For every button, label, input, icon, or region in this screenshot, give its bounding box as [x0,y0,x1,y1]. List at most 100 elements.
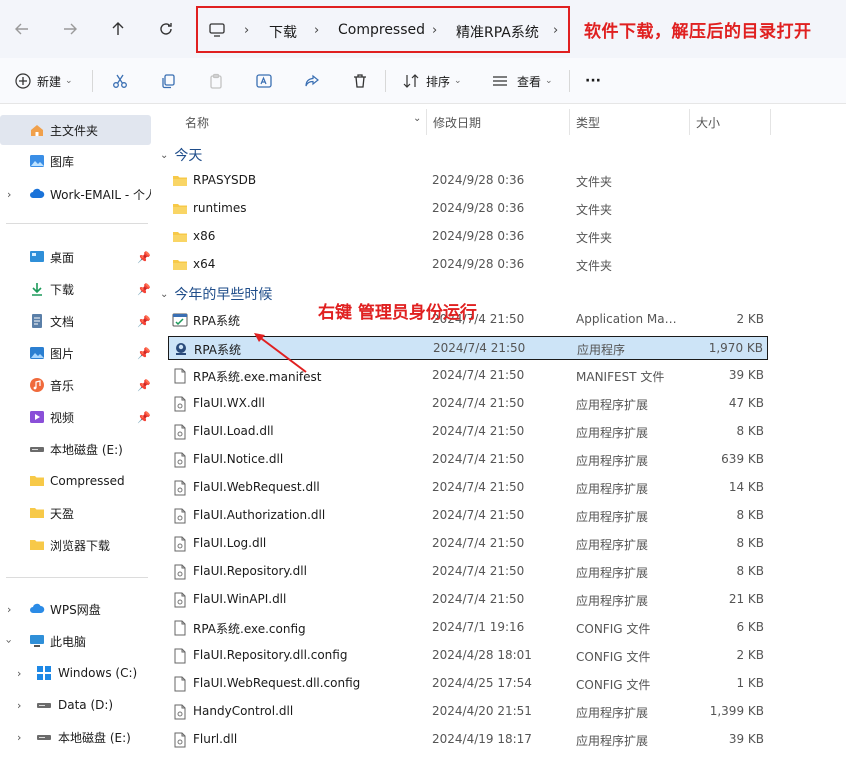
sidebar-item-videos[interactable]: 视频 📌 [0,402,151,432]
file-type: 应用程序扩展 [576,426,649,440]
file-row[interactable]: FlaUI.WebRequest.dll 2024/7/4 21:50 应用程序扩展… [168,476,768,500]
file-type: CONFIG 文件 [576,678,651,692]
sidebar-item-drive-c[interactable]: › Windows (C:) [0,658,151,688]
column-name[interactable]: 名称 [185,114,209,131]
rename-button[interactable] [255,70,273,92]
column-divider[interactable] [689,109,690,135]
pin-icon[interactable]: 📌 [137,251,151,264]
sidebar-item-browser-downloads[interactable]: 浏览器下载 [0,530,151,560]
refresh-button[interactable] [153,16,179,42]
file-row[interactable]: FlaUI.WX.dll 2024/7/4 21:50 应用程序扩展 47 KB [168,392,768,416]
sidebar-item-drive-d[interactable]: › Data (D:) [0,690,151,720]
pin-icon[interactable]: 📌 [137,283,151,296]
pin-icon[interactable]: 📌 [137,315,151,328]
file-row[interactable]: FlaUI.Load.dll 2024/7/4 21:50 应用程序扩展 8 KB [168,420,768,444]
sidebar-item-pictures[interactable]: 图片 📌 [0,338,151,368]
back-button[interactable] [9,16,35,42]
sidebar-item-label: Compressed [50,474,125,488]
file-row[interactable]: RPASYSDB 2024/9/28 0:36 文件夹 [168,169,768,193]
file-row[interactable]: FlaUI.WebRequest.dll.config 2024/4/25 17:… [168,672,768,696]
file-row[interactable]: x86 2024/9/28 0:36 文件夹 [168,225,768,249]
breadcrumb-item-rpa[interactable]: 精准RPA系统 [456,22,539,42]
chevron-down-icon: ⌄ [160,288,169,300]
file-row[interactable]: FlaUI.WinAPI.dll 2024/7/4 21:50 应用程序扩展 21 K… [168,588,768,612]
sidebar-item-drive-e[interactable]: 本地磁盘 (E:) [0,434,151,464]
file-row[interactable]: FlaUI.Notice.dll 2024/7/4 21:50 应用程序扩展 639 … [168,448,768,472]
more-button[interactable]: ··· [585,70,601,92]
file-row[interactable]: FlaUI.Log.dll 2024/7/4 21:50 应用程序扩展 8 KB [168,532,768,556]
pin-icon[interactable]: 📌 [137,379,151,392]
file-row[interactable]: Flurl.dll 2024/4/19 18:17 应用程序扩展 39 KB [168,728,768,752]
paste-button[interactable] [207,70,225,92]
column-date[interactable]: 修改日期 [433,114,481,131]
sidebar-item-label: 本地磁盘 (E:) [50,442,123,457]
sidebar-item-drive-e2[interactable]: › 本地磁盘 (E:) [0,722,151,752]
file-row[interactable]: runtimes 2024/9/28 0:36 文件夹 [168,197,768,221]
dll-file-icon [174,732,186,748]
breadcrumb[interactable]: › 下载 › Compressed › 精准RPA系统 › [196,6,570,53]
sidebar-item-onedrive[interactable]: › Work-EMAIL - 个人 [0,179,151,209]
breadcrumb-item-compressed[interactable]: Compressed [338,22,425,38]
column-size[interactable]: 大小 [696,114,720,131]
file-type: 应用程序扩展 [576,538,649,552]
file-name: FlaUI.Log.dll [193,536,267,550]
column-divider[interactable] [426,109,427,135]
file-row[interactable]: x64 2024/9/28 0:36 文件夹 [168,253,768,277]
dll-file-icon [174,536,186,552]
sidebar-item-downloads[interactable]: 下载 📌 [0,274,151,304]
sidebar-item-label: 主文件夹 [50,123,99,138]
file-size: 8 KB [736,508,764,522]
file-row[interactable]: FlaUI.Repository.dll.config 2024/4/28 18:… [168,644,768,668]
group-today[interactable]: ⌄ 今天 [160,145,202,165]
pin-icon[interactable]: 📌 [137,347,151,360]
folder-icon [30,508,44,518]
toolbar-divider [569,70,570,92]
sort-button[interactable]: 排序 ⌄ [402,70,462,92]
cloud-icon [30,603,45,613]
pin-icon[interactable]: 📌 [137,411,151,424]
sidebar-item-tianying[interactable]: 天盈 [0,498,151,528]
annotation-run-as-admin: 右键 管理员身份运行 [318,303,477,323]
chevron-right-icon: › [7,187,12,201]
file-row[interactable]: FlaUI.Repository.dll 2024/7/4 21:50 应用程序扩展… [168,560,768,584]
forward-button[interactable] [57,16,83,42]
file-date: 2024/9/28 0:36 [432,173,525,187]
group-label: 今天 [174,148,203,164]
sidebar-item-desktop[interactable]: 桌面 📌 [0,242,151,272]
sidebar-item-compressed[interactable]: Compressed [0,466,151,496]
app-manifest-icon [172,313,188,327]
column-type[interactable]: 类型 [576,114,600,131]
cloud-icon [30,188,45,198]
copy-button[interactable] [159,70,177,92]
breadcrumb-item-downloads[interactable]: 下载 [269,22,297,42]
sidebar-item-documents[interactable]: 文档 📌 [0,306,151,336]
file-name: FlaUI.Repository.dll [193,564,307,578]
column-divider[interactable] [770,109,771,135]
file-row[interactable]: FlaUI.Authorization.dll 2024/7/4 21:50 应用程… [168,504,768,528]
view-button[interactable]: 查看 ⌄ [491,70,553,92]
folder-icon [30,540,44,550]
share-button[interactable] [303,70,321,92]
file-name: FlaUI.WX.dll [193,396,265,410]
file-row[interactable]: RPA系统.exe.config 2024/7/1 19:16 CONFIG 文件 6… [168,616,768,640]
address-bar: › 下载 › Compressed › 精准RPA系统 › 软件下载，解压后的目… [0,0,846,58]
sidebar-divider [6,577,148,578]
new-button[interactable]: 新建 ⌄ [14,70,73,92]
sidebar-item-home[interactable]: 主文件夹 [0,115,151,145]
up-button[interactable] [105,16,131,42]
cut-button[interactable] [111,70,129,92]
file-icon [174,368,186,384]
file-date: 2024/9/28 0:36 [432,201,525,215]
delete-button[interactable] [351,70,369,92]
file-date: 2024/7/4 21:50 [432,396,525,410]
dll-file-icon [174,704,186,720]
sidebar-item-gallery[interactable]: 图库 [0,146,151,176]
sidebar-item-this-pc[interactable]: › 此电脑 [0,626,151,656]
file-type: Application Manifest [576,312,682,326]
column-divider[interactable] [569,109,570,135]
sidebar-item-wps[interactable]: › WPS网盘 [0,594,151,624]
group-earlier[interactable]: ⌄ 今年的早些时候 [160,284,272,304]
chevron-down-icon[interactable]: ⌄ [413,113,421,124]
sidebar-item-music[interactable]: 音乐 📌 [0,370,151,400]
file-row[interactable]: HandyControl.dll 2024/4/20 21:51 应用程序扩展 1,3… [168,700,768,724]
